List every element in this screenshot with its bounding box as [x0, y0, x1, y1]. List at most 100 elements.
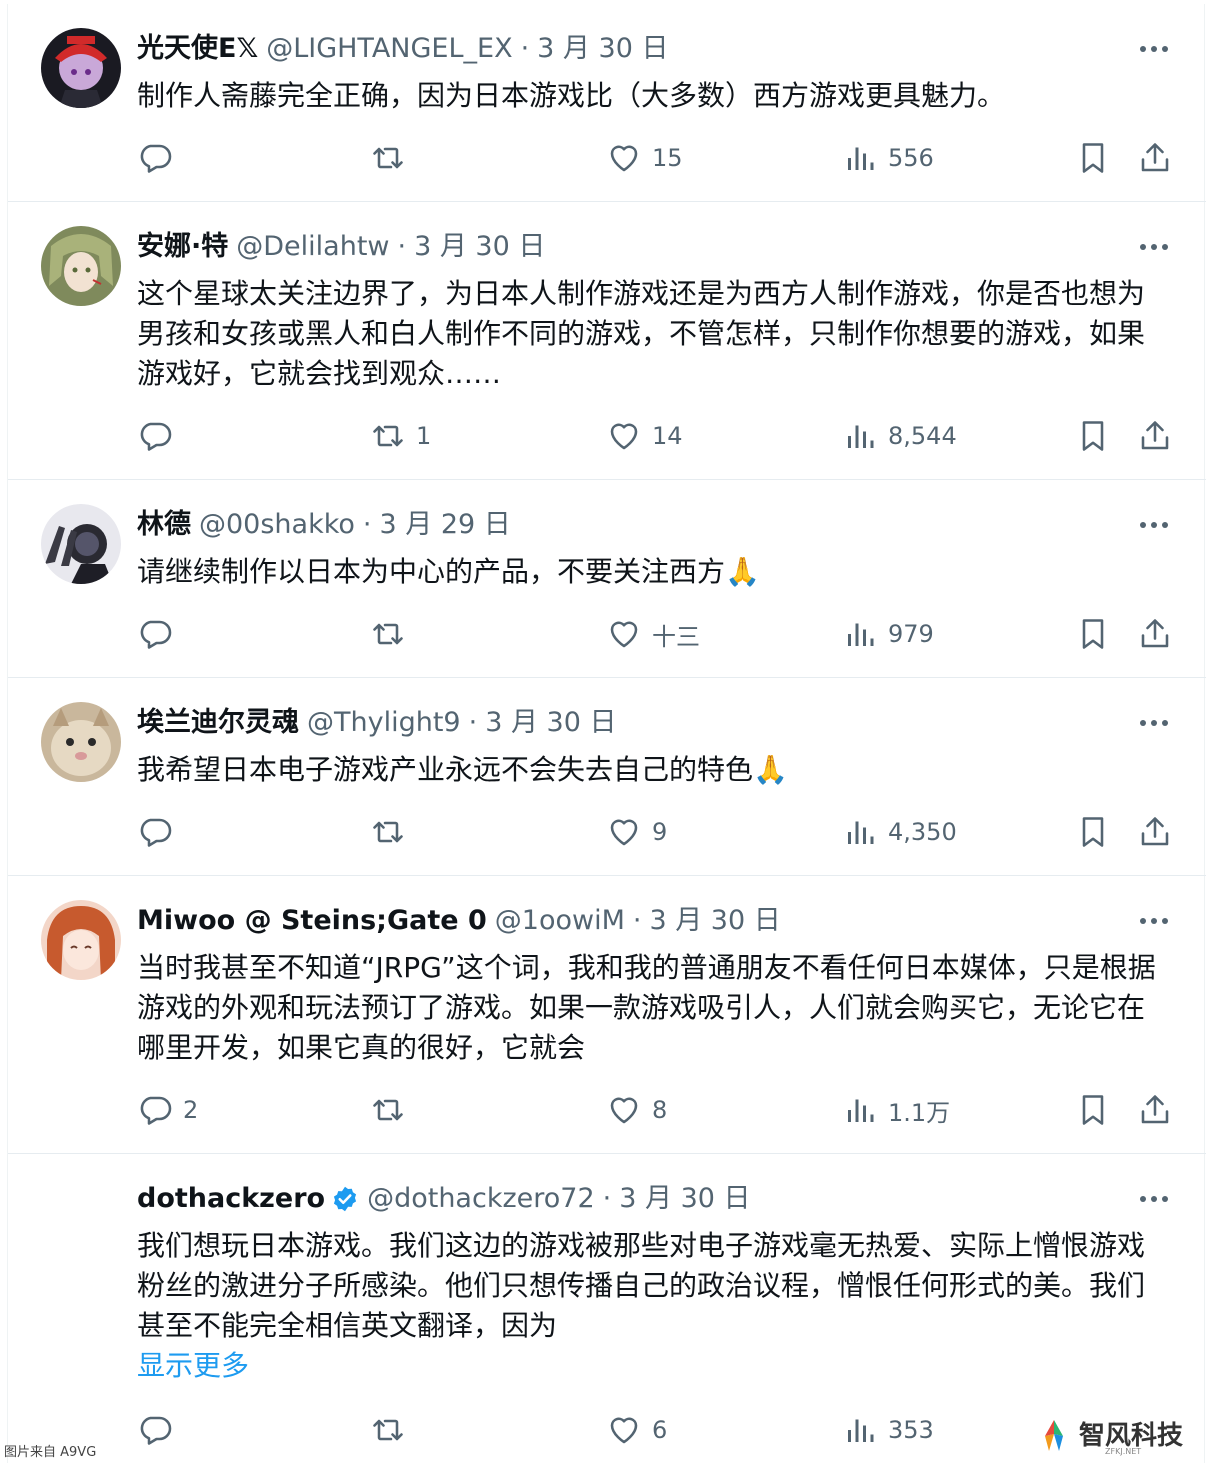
avatar[interactable]	[41, 1178, 121, 1258]
more-options-button[interactable]	[1137, 508, 1171, 542]
reply-button[interactable]	[137, 812, 183, 852]
avatar[interactable]	[41, 28, 121, 108]
tweet[interactable]: 安娜·特 @Delilahtw · 3 月 30 日 这个星球太关注边界了，为日…	[8, 202, 1206, 480]
bookmark-button[interactable]	[1075, 614, 1111, 654]
views-button[interactable]: 4,350	[842, 812, 957, 852]
retweet-button[interactable]	[370, 1410, 416, 1450]
reply-button[interactable]	[137, 416, 183, 456]
tweet[interactable]: 埃兰迪尔灵魂 @Thylight9 · 3 月 30 日 我希望日本电子游戏产业…	[8, 678, 1206, 876]
retweet-button[interactable]	[370, 812, 416, 852]
tweet-header: 林德 @00shakko · 3 月 29 日	[137, 505, 511, 545]
verified-badge-icon[interactable]	[331, 1185, 359, 1213]
share-button[interactable]	[1137, 1090, 1173, 1130]
retweet-button[interactable]	[370, 614, 416, 654]
share-button[interactable]	[1137, 812, 1173, 852]
tweet[interactable]: dothackzero @dothackzero72 · 3 月 30 日 我们…	[8, 1154, 1206, 1463]
tweet-header: 光天使E𝕏 @LIGHTANGEL_EX · 3 月 30 日	[137, 29, 668, 69]
retweet-button[interactable]: 1	[370, 416, 431, 456]
views-button[interactable]: 979	[842, 614, 934, 654]
user-handle[interactable]: @LIGHTANGEL_EX	[266, 29, 512, 69]
bookmark-icon	[1082, 421, 1104, 451]
reply-button[interactable]: 2	[137, 1090, 198, 1130]
bookmark-icon	[1082, 1095, 1104, 1125]
bookmark-icon	[1082, 143, 1104, 173]
retweet-button[interactable]	[370, 1090, 416, 1130]
reply-icon	[140, 1416, 172, 1445]
view-count: 8,544	[888, 422, 957, 450]
more-icon	[1140, 244, 1168, 250]
user-handle[interactable]: @Delilahtw	[236, 227, 389, 267]
more-options-button[interactable]	[1137, 1182, 1171, 1216]
show-more-link[interactable]: 显示更多	[137, 1346, 249, 1386]
user-handle[interactable]: @dothackzero72	[367, 1179, 595, 1219]
more-options-button[interactable]	[1137, 230, 1171, 264]
like-button[interactable]: 8	[606, 1090, 667, 1130]
like-count: 8	[652, 1096, 668, 1124]
reply-icon	[140, 818, 172, 847]
share-button[interactable]	[1137, 614, 1173, 654]
reply-button[interactable]	[137, 1410, 183, 1450]
user-handle[interactable]: @Thylight9	[307, 703, 461, 743]
views-button[interactable]: 1.1万	[842, 1090, 950, 1130]
like-button[interactable]: 十三	[606, 614, 700, 654]
like-button[interactable]: 14	[606, 416, 683, 456]
avatar[interactable]	[41, 900, 121, 980]
separator-dot: ·	[468, 707, 478, 738]
display-name[interactable]: Miwoo @ Steins;Gate 0	[137, 901, 487, 941]
share-icon	[1141, 1095, 1169, 1124]
more-options-button[interactable]	[1137, 706, 1171, 740]
views-button[interactable]: 8,544	[842, 416, 957, 456]
bookmark-button[interactable]	[1075, 416, 1111, 456]
reply-count: 2	[183, 1096, 199, 1124]
tweet-header: Miwoo @ Steins;Gate 0 @1oowiM · 3 月 30 日	[137, 901, 781, 941]
brand-logo-icon	[1045, 1420, 1063, 1451]
views-button[interactable]: 556	[842, 138, 934, 178]
bookmark-icon	[1082, 619, 1104, 649]
tweet-date[interactable]: 3 月 30 日	[619, 1179, 750, 1219]
action-bar: 十三 979	[8, 614, 1206, 654]
views-button[interactable]: 353	[842, 1410, 934, 1450]
like-button[interactable]: 9	[606, 812, 667, 852]
tweet-date[interactable]: 3 月 30 日	[414, 227, 545, 267]
like-button[interactable]: 15	[606, 138, 683, 178]
share-button[interactable]	[1137, 138, 1173, 178]
more-options-button[interactable]	[1137, 32, 1171, 66]
display-name[interactable]: 埃兰迪尔灵魂	[137, 703, 299, 743]
display-name[interactable]: 光天使E𝕏	[137, 29, 258, 69]
retweet-button[interactable]	[370, 138, 416, 178]
view-count: 979	[888, 620, 934, 648]
user-handle[interactable]: @1oowiM	[495, 901, 625, 941]
user-handle[interactable]: @00shakko	[199, 505, 355, 545]
reply-button[interactable]	[137, 138, 183, 178]
tweet-date[interactable]: 3 月 29 日	[380, 505, 511, 545]
avatar[interactable]	[41, 504, 121, 584]
reply-button[interactable]	[137, 614, 183, 654]
reply-icon	[140, 144, 172, 173]
analytics-icon	[848, 147, 874, 170]
tweet[interactable]: 林德 @00shakko · 3 月 29 日 请继续制作以日本为中心的产品，不…	[8, 480, 1206, 678]
share-icon	[1141, 817, 1169, 846]
heart-icon	[610, 1097, 638, 1124]
like-count: 6	[652, 1416, 668, 1444]
tweet-date[interactable]: 3 月 30 日	[485, 703, 616, 743]
more-options-button[interactable]	[1137, 904, 1171, 938]
tweet[interactable]: 光天使E𝕏 @LIGHTANGEL_EX · 3 月 30 日 制作人斋藤完全正…	[8, 4, 1206, 202]
view-count: 1.1万	[888, 1098, 951, 1127]
more-icon	[1140, 918, 1168, 924]
action-bar: 15 556	[8, 138, 1206, 178]
tweet-text: 我希望日本电子游戏产业永远不会失去自己的特色🙏	[137, 753, 788, 786]
like-button[interactable]: 6	[606, 1410, 667, 1450]
avatar[interactable]	[41, 702, 121, 782]
tweet-date[interactable]: 3 月 30 日	[537, 29, 668, 69]
display-name[interactable]: dothackzero	[137, 1179, 325, 1219]
view-count: 353	[888, 1416, 934, 1444]
share-button[interactable]	[1137, 416, 1173, 456]
display-name[interactable]: 林德	[137, 505, 191, 545]
bookmark-button[interactable]	[1075, 138, 1111, 178]
avatar[interactable]	[41, 226, 121, 306]
bookmark-button[interactable]	[1075, 1090, 1111, 1130]
bookmark-button[interactable]	[1075, 812, 1111, 852]
tweet[interactable]: Miwoo @ Steins;Gate 0 @1oowiM · 3 月 30 日…	[8, 876, 1206, 1154]
display-name[interactable]: 安娜·特	[137, 227, 228, 267]
tweet-date[interactable]: 3 月 30 日	[649, 901, 780, 941]
